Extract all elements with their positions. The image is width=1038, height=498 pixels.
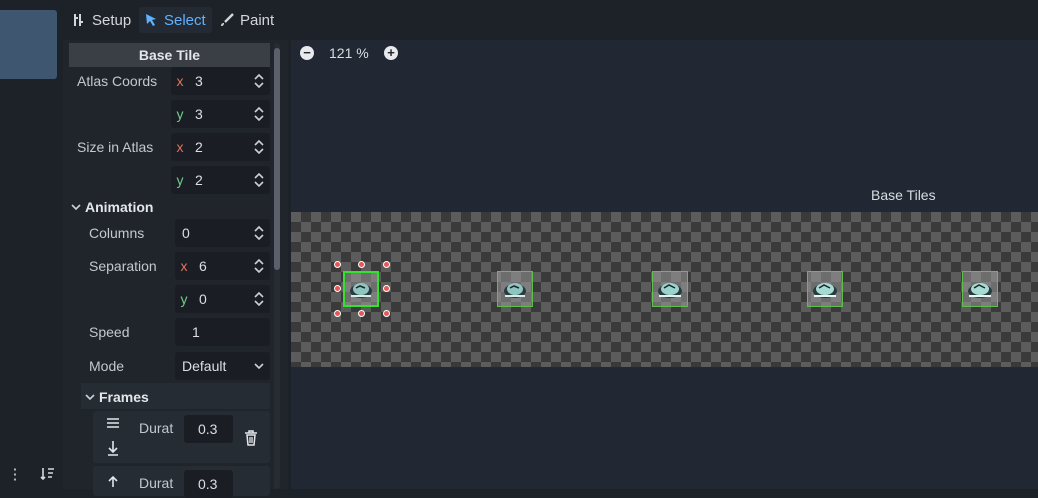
size-in-atlas-x-field[interactable]: x 2 — [171, 133, 270, 161]
zoom-out-icon[interactable]: − — [300, 46, 314, 60]
mode-dropdown[interactable]: Default — [175, 352, 270, 380]
atlas-coords-label: Atlas Coords — [77, 73, 158, 89]
frames-section-header[interactable]: Frames — [85, 389, 149, 405]
turtle-sprite-icon — [813, 283, 837, 298]
atlas-coords-x-value: 3 — [195, 73, 203, 89]
separation-y-value: 0 — [199, 291, 207, 307]
spinner-icon[interactable] — [254, 105, 264, 123]
speed-field[interactable]: 1 — [175, 318, 270, 346]
spinner-icon[interactable] — [254, 257, 264, 275]
turtle-sprite-icon — [504, 283, 526, 298]
size-in-atlas-y-value: 2 — [195, 172, 203, 188]
cursor-icon — [146, 14, 156, 26]
animation-frame-tile[interactable] — [962, 271, 998, 307]
atlas-coords-y-field[interactable]: y 3 — [171, 100, 270, 128]
animation-frame-tile[interactable] — [497, 271, 533, 307]
resize-handle[interactable] — [358, 310, 365, 317]
turtle-sprite-icon — [968, 283, 992, 298]
drag-handle-icon[interactable] — [106, 416, 120, 434]
separation-label: Separation — [89, 258, 157, 274]
zoom-level[interactable]: 121 % — [329, 45, 369, 61]
animation-frame-tile[interactable] — [652, 271, 688, 307]
chevron-down-icon — [85, 394, 95, 401]
base-tile-header: Base Tile — [69, 43, 270, 67]
mode-value: Default — [182, 358, 227, 374]
spinner-icon[interactable] — [254, 72, 264, 90]
spinner-icon[interactable] — [254, 224, 264, 242]
tab-select[interactable]: Select — [139, 7, 212, 33]
resize-handle[interactable] — [334, 310, 341, 317]
frames-header-label: Frames — [99, 389, 149, 405]
resize-handle[interactable] — [358, 261, 365, 268]
axis-x-label: x — [176, 73, 184, 89]
columns-value: 0 — [182, 225, 190, 241]
frame-duration-label: Durat — [139, 420, 174, 436]
tile-source-thumbnail[interactable] — [0, 10, 57, 79]
speed-value: 1 — [192, 324, 200, 340]
axis-y-label: y — [176, 106, 184, 122]
size-in-atlas-x-value: 2 — [195, 139, 203, 155]
columns-field[interactable]: 0 — [175, 219, 270, 247]
chevron-down-icon — [254, 363, 264, 370]
spinner-icon[interactable] — [254, 138, 264, 156]
delete-frame-icon[interactable] — [243, 430, 259, 451]
atlas-title: Base Tiles — [871, 187, 936, 203]
axis-y-label: y — [176, 172, 184, 188]
sort-icon[interactable] — [36, 463, 58, 485]
columns-label: Columns — [89, 225, 145, 241]
animation-frame-tile[interactable] — [807, 271, 843, 307]
tab-select-label: Select — [164, 11, 206, 29]
resize-handle[interactable] — [334, 261, 341, 268]
spinner-icon[interactable] — [254, 290, 264, 308]
size-in-atlas-y-field[interactable]: y 2 — [171, 166, 270, 194]
axis-x-label: x — [180, 258, 188, 274]
tab-paint-label: Paint — [240, 11, 275, 29]
animation-section-header[interactable]: Animation — [71, 199, 153, 215]
chevron-down-icon — [71, 204, 81, 211]
spinner-icon[interactable] — [254, 171, 264, 189]
axis-x-label: x — [176, 139, 184, 155]
atlas-coords-y-value: 3 — [195, 106, 203, 122]
resize-handle[interactable] — [383, 261, 390, 268]
turtle-sprite-icon — [658, 283, 682, 298]
axis-y-label: y — [180, 291, 188, 307]
frame-duration-field[interactable]: 0.3 — [184, 415, 233, 443]
tab-paint[interactable]: Paint — [214, 7, 280, 33]
frame-duration-value: 0.3 — [198, 421, 218, 437]
separation-x-value: 6 — [199, 258, 207, 274]
zoom-in-icon[interactable]: + — [384, 46, 398, 60]
separation-y-field[interactable]: y 0 — [175, 285, 270, 313]
resize-handle[interactable] — [383, 285, 390, 292]
brush-icon — [221, 13, 234, 26]
properties-scrollbar-thumb[interactable] — [274, 48, 280, 270]
size-in-atlas-label: Size in Atlas — [77, 139, 154, 155]
resize-handle[interactable] — [334, 285, 341, 292]
speed-label: Speed — [89, 324, 130, 340]
selected-tile[interactable] — [343, 271, 379, 307]
mode-label: Mode — [89, 358, 125, 374]
move-up-icon[interactable] — [106, 474, 120, 493]
separation-x-field[interactable]: x 6 — [175, 252, 270, 280]
frame-duration-value: 0.3 — [198, 476, 218, 492]
turtle-sprite-icon — [350, 283, 372, 298]
tab-setup-label: Setup — [92, 11, 132, 29]
frame-duration-field[interactable]: 0.3 — [184, 470, 233, 498]
wrench-icon — [74, 14, 83, 26]
tab-setup[interactable]: Setup — [66, 7, 137, 33]
animation-header-label: Animation — [85, 199, 154, 215]
atlas-coords-x-field[interactable]: x 3 — [171, 67, 270, 95]
resize-handle[interactable] — [383, 310, 390, 317]
move-down-icon[interactable] — [106, 440, 120, 461]
more-options-icon[interactable]: ⋮ — [4, 463, 26, 485]
